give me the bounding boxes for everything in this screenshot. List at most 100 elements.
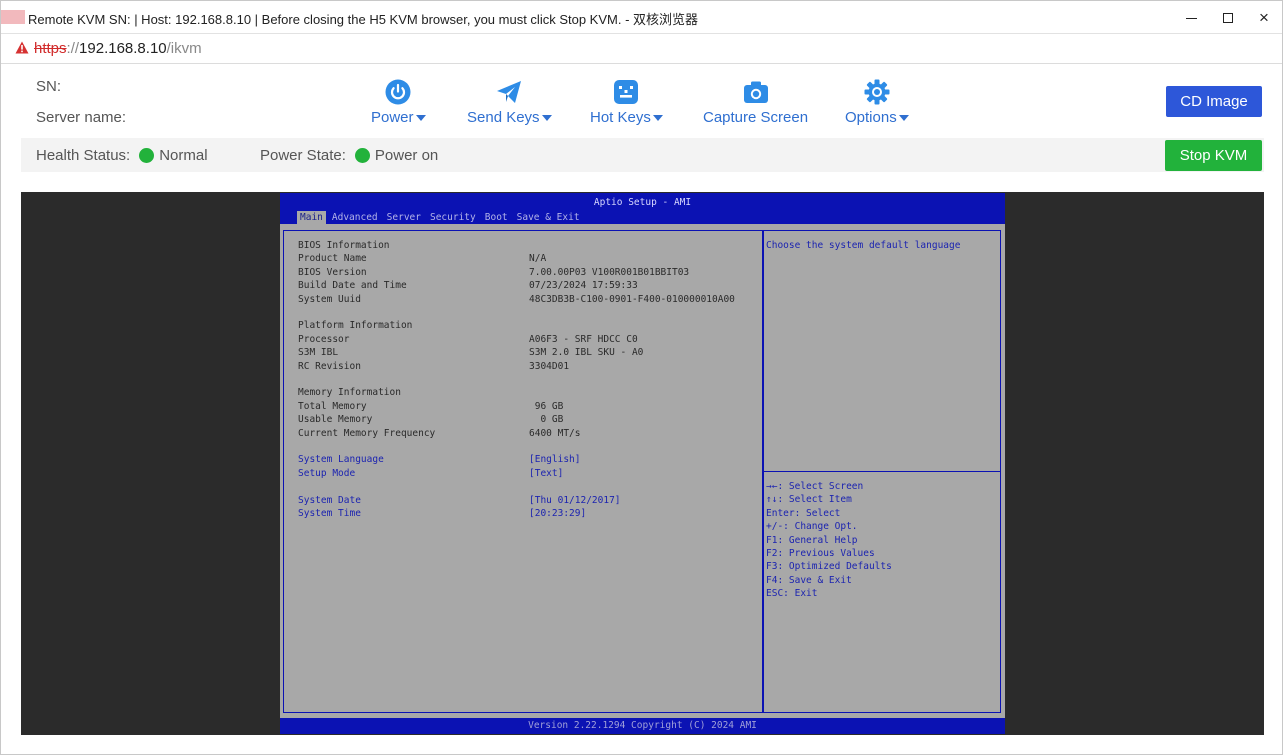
bios-field-value: 07/23/2024 17:59:33 [529, 280, 638, 291]
caret-down-icon [541, 115, 552, 121]
cd-image-button[interactable]: CD Image [1166, 86, 1262, 117]
hot-keys-menu[interactable]: Hot Keys [590, 79, 663, 126]
maximize-button[interactable] [1217, 7, 1239, 29]
bios-key-hint: →←: Select Screen [766, 481, 864, 492]
power-on-icon [354, 148, 370, 163]
bios-key-hint: F2: Previous Values [766, 548, 875, 559]
bios-field-label: BIOS Information [298, 240, 390, 251]
browser-window: Remote KVM SN: | Host: 192.168.8.10 | Be… [0, 0, 1283, 755]
address-bar[interactable]: https://192.168.8.10/ikvm [1, 34, 1282, 64]
bios-tab[interactable]: Main [297, 211, 326, 224]
bios-field-label: Total Memory [298, 401, 367, 412]
health-status-value: Normal [159, 147, 208, 164]
help-divider [764, 471, 1000, 472]
bios-field-label: System Uuid [298, 294, 361, 305]
bios-field-value: 6400 MT/s [529, 428, 581, 439]
bios-tab[interactable]: Server [384, 211, 424, 224]
bios-field-label[interactable]: System Time [298, 508, 361, 519]
health-status: Health Status: Normal [36, 147, 208, 164]
url-separator: :// [66, 40, 80, 57]
maximize-icon [1223, 13, 1233, 23]
bios-tab[interactable]: Advanced [329, 211, 381, 224]
bios-footer-bar: Version 2.22.1294 Copyright (C) 2024 AMI [280, 718, 1005, 734]
power-state-label: Power State: [260, 147, 346, 164]
favicon-icon [1, 10, 25, 24]
bios-field-value: S3M 2.0 IBL SKU - A0 [529, 347, 644, 358]
kvm-viewport[interactable]: Aptio Setup - AMI Main Advanced Server Secu… [21, 192, 1264, 735]
bios-field-value: 3304D01 [529, 361, 570, 372]
bios-field-label: Platform Information [298, 320, 413, 331]
capture-screen-button[interactable]: Capture Screen [703, 79, 808, 126]
minimize-button[interactable] [1180, 7, 1202, 29]
bios-field-value: 0 GB [529, 414, 564, 425]
bios-field-label[interactable]: System Date [298, 495, 361, 506]
caret-down-icon [898, 115, 909, 121]
bios-field-value: N/A [529, 253, 547, 264]
bios-field-label: Memory Information [298, 387, 401, 398]
capture-screen-label: Capture Screen [703, 109, 809, 126]
bios-field-label: Usable Memory [298, 414, 373, 425]
bios-key-hint: F3: Optimized Defaults [766, 561, 892, 573]
bios-field-label: RC Revision [298, 361, 361, 372]
power-label: Power [371, 109, 414, 126]
bios-field-label: Processor [298, 334, 350, 345]
close-button[interactable]: × [1253, 7, 1275, 29]
bios-tab[interactable]: Save & Exit [514, 211, 583, 224]
hot-keys-label: Hot Keys [590, 109, 651, 126]
power-state-value: Power on [374, 147, 439, 164]
bios-key-hint: ↑↓: Select Item [766, 494, 852, 506]
health-ok-icon [139, 148, 155, 163]
url-host: 192.168.8.10 [79, 40, 167, 57]
bios-field-value: 96 GB [529, 401, 564, 412]
bios-field-label[interactable]: Setup Mode [298, 468, 355, 479]
bios-help-panel: Choose the system default language →←: S… [763, 230, 1001, 713]
bios-field-label: Product Name [298, 253, 367, 264]
bios-field-value: A06F3 - SRF HDCC C0 [529, 334, 638, 345]
camera-icon [743, 81, 768, 103]
window-title: Remote KVM SN: | Host: 192.168.8.10 | Be… [28, 12, 699, 27]
stop-kvm-button[interactable]: Stop KVM [1165, 140, 1262, 171]
gear-icon [864, 79, 890, 105]
bios-field-value[interactable]: [English] [529, 454, 580, 465]
bios-field-label[interactable]: System Language [298, 454, 384, 465]
status-bar: Health Status: Normal Power State: Power… [21, 138, 1264, 172]
url-text[interactable]: https://192.168.8.10/ikvm [34, 40, 202, 57]
bios-field-label: Current Memory Frequency [298, 428, 436, 439]
bios-field-value[interactable]: [Text] [529, 468, 563, 479]
power-state: Power State: Power on [260, 147, 438, 164]
caret-down-icon [415, 115, 426, 121]
bios-main-panel: BIOS Information Product Name N/A BIOS Vers… [283, 230, 763, 713]
power-icon [385, 79, 411, 105]
sn-label: SN: [36, 78, 62, 95]
bios-key-hint: +/-: Change Opt. [766, 521, 858, 533]
options-menu[interactable]: Options [845, 79, 909, 126]
health-status-label: Health Status: [36, 147, 131, 164]
bios-key-hint: Enter: Select [766, 507, 841, 519]
bios-tab[interactable]: Boot [482, 211, 511, 224]
bios-field-label: BIOS Version [298, 267, 367, 278]
bios-key-hint: ESC: Exit [766, 588, 818, 600]
bios-footer: Version 2.22.1294 Copyright (C) 2024 AMI [528, 720, 757, 731]
send-icon [497, 81, 522, 103]
send-keys-label: Send Keys [467, 109, 540, 126]
caret-down-icon [652, 115, 663, 121]
bios-screen[interactable]: Aptio Setup - AMI Main Advanced Server Secu… [280, 193, 1005, 734]
bios-field-label: S3M IBL [298, 347, 339, 358]
send-keys-menu[interactable]: Send Keys [467, 79, 552, 126]
bios-key-hint: F4: Save & Exit [766, 574, 852, 586]
bios-field-value: 7.00.00P03 V100R001B01BBIT03 [529, 267, 690, 278]
security-warning-icon [15, 41, 29, 54]
bios-title: Aptio Setup - AMI [593, 197, 692, 208]
bios-field-value[interactable]: [20:23:29] [529, 508, 586, 519]
options-label: Options [845, 109, 897, 126]
bios-field-label: Build Date and Time [298, 280, 407, 291]
bios-key-hint: F1: General Help [766, 534, 858, 546]
bios-field-value[interactable]: [Thu 01/12/2017] [529, 495, 621, 506]
bios-help-text: Choose the system default language [766, 240, 961, 251]
bios-header: Aptio Setup - AMI Main Advanced Server Secu… [280, 193, 1005, 224]
keyboard-icon [614, 80, 639, 104]
power-menu[interactable]: Power [371, 79, 426, 126]
url-path: /ikvm [166, 40, 202, 57]
bios-tab[interactable]: Security [427, 211, 479, 224]
server-name-label: Server name: [36, 109, 127, 126]
